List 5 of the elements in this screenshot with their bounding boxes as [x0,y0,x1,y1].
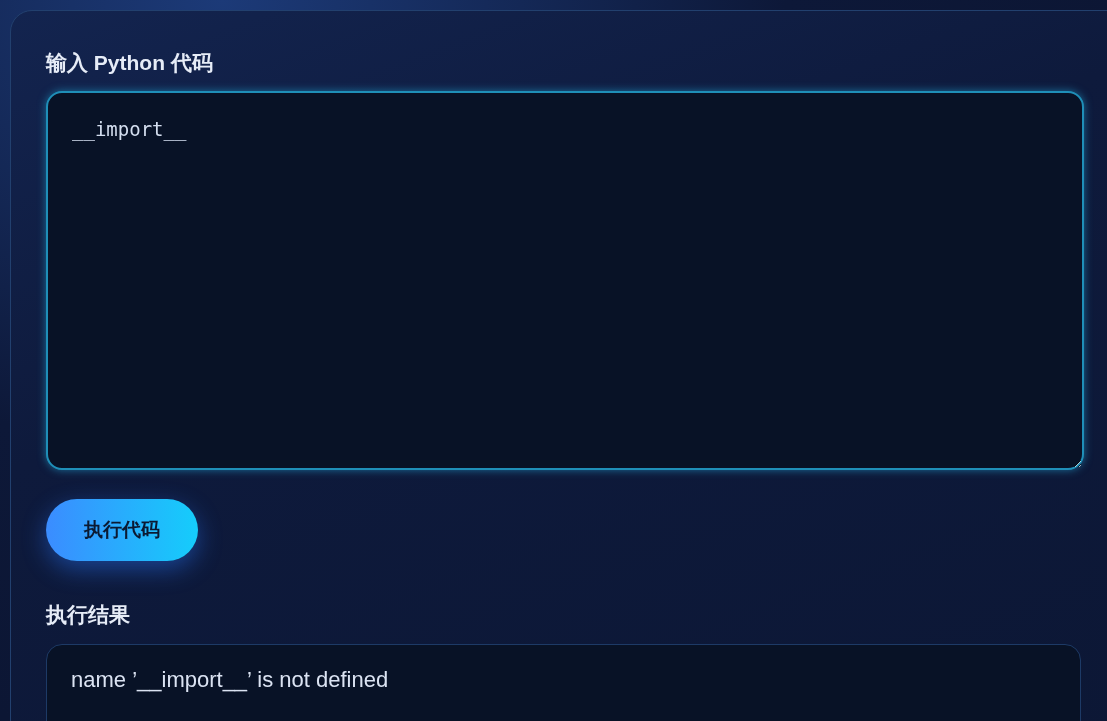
run-code-button[interactable]: 执行代码 [46,499,198,561]
error-message: name ’__import__’ is not defined [71,666,390,694]
code-editor-field[interactable]: __import__ [46,91,1084,470]
code-input-label: 输入 Python 代码 [46,50,214,76]
result-label: 执行结果 [46,602,131,628]
